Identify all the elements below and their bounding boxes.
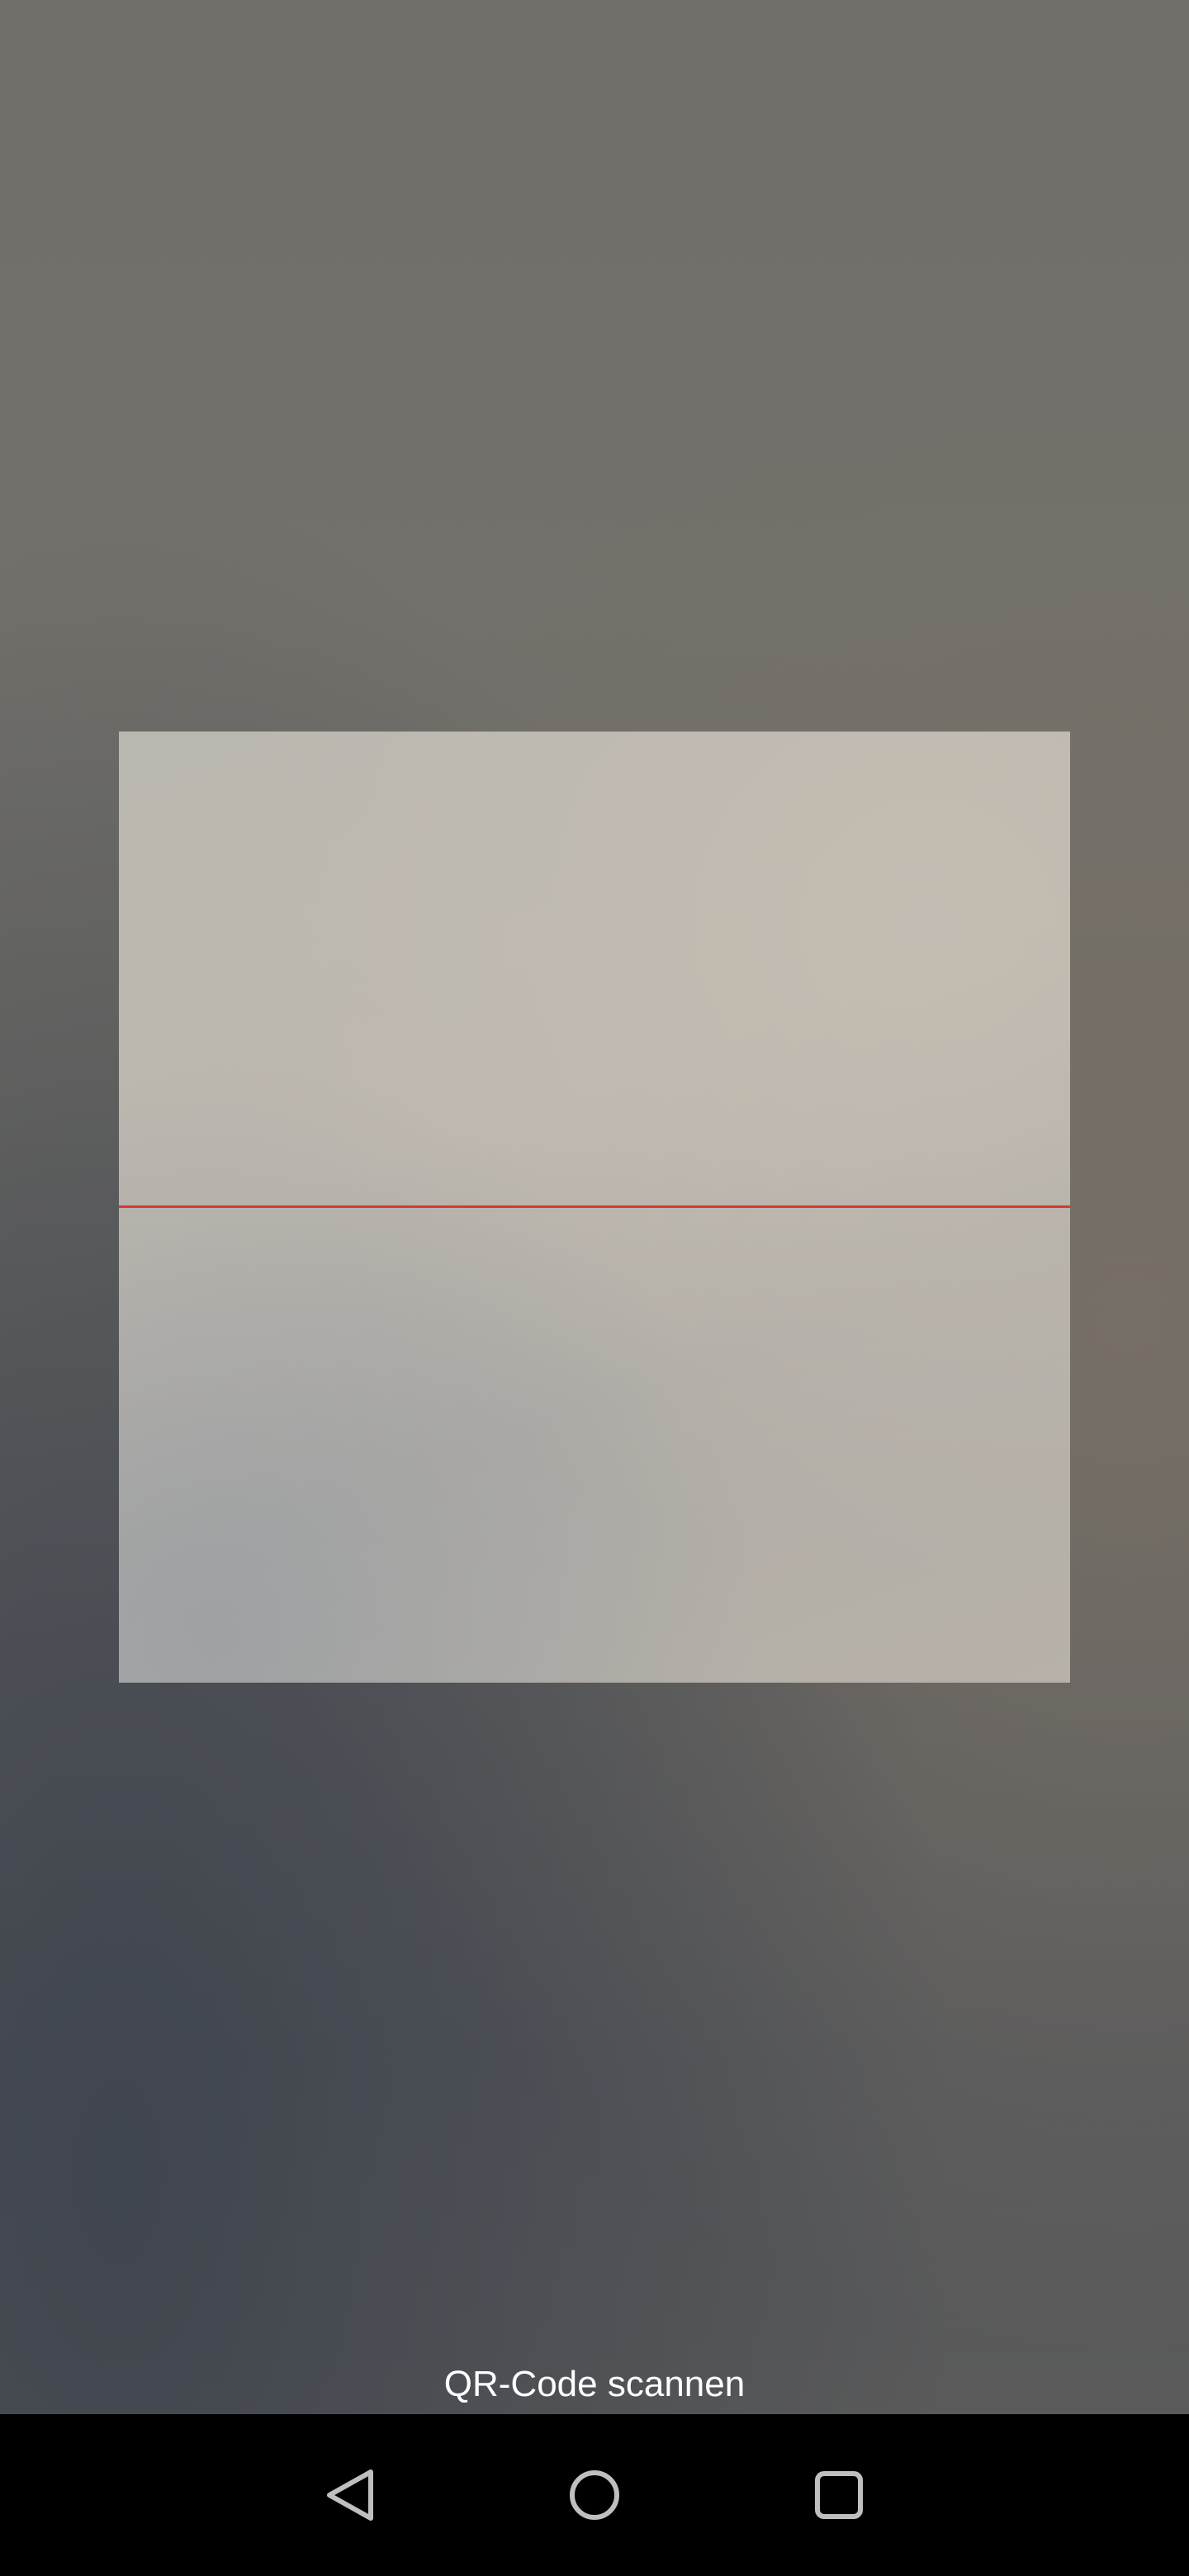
scan-instruction-label: QR-Code scannen — [443, 2364, 746, 2404]
qr-scanner-screen: QR-Code scannen — [0, 0, 1189, 2576]
back-triangle-icon — [327, 2469, 373, 2521]
scan-viewfinder — [119, 732, 1070, 1683]
scan-line — [119, 1205, 1070, 1208]
home-button[interactable] — [545, 2446, 644, 2545]
home-circle-icon — [570, 2470, 619, 2520]
system-navigation-bar — [0, 2414, 1189, 2576]
recents-button[interactable] — [789, 2446, 888, 2545]
back-button[interactable] — [301, 2446, 400, 2545]
recents-square-icon — [815, 2471, 863, 2519]
